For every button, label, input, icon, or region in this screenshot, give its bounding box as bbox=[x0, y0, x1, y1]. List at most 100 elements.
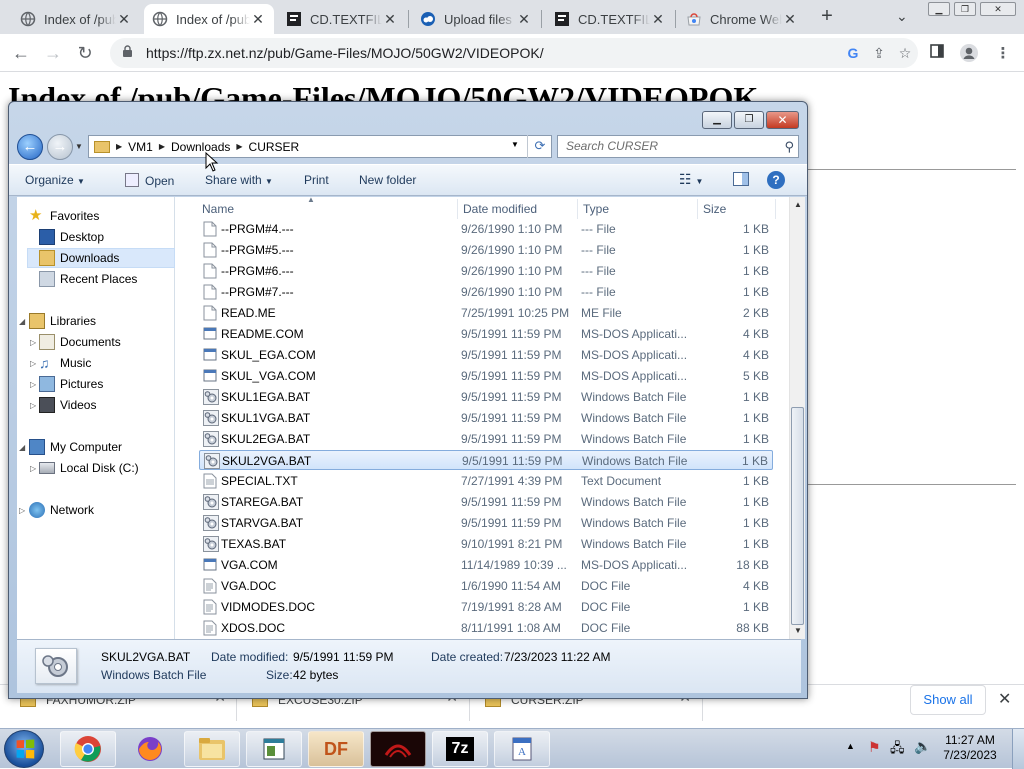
print-button[interactable]: Print bbox=[304, 173, 329, 187]
new-folder-button[interactable]: New folder bbox=[359, 173, 416, 187]
collapsed-triangle-icon[interactable]: ▷ bbox=[30, 380, 36, 389]
collapsed-triangle-icon[interactable]: ▷ bbox=[19, 506, 25, 515]
search-input[interactable]: Search CURSER ⚲ bbox=[557, 135, 799, 158]
view-options-icon[interactable]: ☷ ▼ bbox=[679, 171, 703, 188]
column-divider[interactable] bbox=[775, 199, 776, 219]
show-desktop-button[interactable] bbox=[1012, 729, 1024, 769]
firefox-icon[interactable] bbox=[122, 731, 178, 767]
nav-downloads[interactable]: Downloads bbox=[27, 248, 175, 268]
file-row[interactable]: STARVGA.BAT 9/5/1991 11:59 PM Windows Batc… bbox=[199, 513, 773, 533]
collapsed-triangle-icon[interactable]: ▷ bbox=[30, 401, 36, 410]
column-type[interactable]: Type bbox=[583, 202, 609, 216]
tab-1-active[interactable]: Index of /pub/Game-Files ✕ bbox=[144, 4, 274, 34]
file-row[interactable]: --PRGM#7.--- 9/26/1990 1:10 PM --- File 1 K… bbox=[199, 282, 773, 302]
tab-0[interactable]: Index of /pub/Game-Files ✕ bbox=[12, 4, 140, 34]
collapsed-triangle-icon[interactable]: ▷ bbox=[30, 359, 36, 368]
breadcrumb-downloads[interactable]: Downloads bbox=[165, 140, 236, 154]
file-row[interactable]: XDOS.DOC 8/11/1991 1:08 AM DOC File 88 KB bbox=[199, 618, 773, 638]
nav-local-disk[interactable]: Local Disk (C:) bbox=[39, 458, 139, 478]
df-app-icon[interactable]: DF bbox=[308, 731, 364, 767]
nav-videos[interactable]: Videos bbox=[39, 395, 96, 415]
file-row[interactable]: SKUL2EGA.BAT 9/5/1991 11:59 PM Windows Bat… bbox=[199, 429, 773, 449]
file-row[interactable]: --PRGM#5.--- 9/26/1990 1:10 PM --- File 1 K… bbox=[199, 240, 773, 260]
forward-arrow-icon[interactable]: → bbox=[47, 134, 73, 160]
address-bar[interactable]: https://ftp.zx.net.nz/pub/Game-Files/MOJ… bbox=[110, 38, 918, 68]
organize-button[interactable]: Organize ▼ bbox=[25, 173, 85, 187]
column-divider[interactable] bbox=[457, 199, 458, 219]
reload-icon[interactable]: ↻ bbox=[74, 42, 96, 64]
file-row[interactable]: SKUL1VGA.BAT 9/5/1991 11:59 PM Windows Bat… bbox=[199, 408, 773, 428]
restore-browser-button[interactable]: ❐ bbox=[954, 2, 976, 16]
help-icon[interactable]: ? bbox=[767, 171, 785, 189]
side-panel-icon[interactable] bbox=[926, 43, 948, 65]
close-tab-icon[interactable]: ✕ bbox=[116, 11, 132, 28]
file-row[interactable]: SPECIAL.TXT 7/27/1991 4:39 PM Text Documen… bbox=[199, 471, 773, 491]
maximize-window-button[interactable]: ❐ bbox=[734, 111, 764, 129]
new-tab-button[interactable]: + bbox=[816, 6, 838, 28]
back-arrow-icon[interactable]: ← bbox=[10, 42, 32, 64]
file-row[interactable]: SKUL_EGA.COM 9/5/1991 11:59 PM MS-DOS Appl… bbox=[199, 345, 773, 365]
tab-5[interactable]: Chrome Web Store ✕ bbox=[678, 4, 806, 34]
vertical-scrollbar[interactable]: ▲ ▼ bbox=[789, 197, 805, 639]
file-row[interactable]: STAREGA.BAT 9/5/1991 11:59 PM Windows Batc… bbox=[199, 492, 773, 512]
file-row[interactable]: SKUL_VGA.COM 9/5/1991 11:59 PM MS-DOS Appl… bbox=[199, 366, 773, 386]
column-size[interactable]: Size bbox=[703, 202, 726, 216]
file-row[interactable]: VIDMODES.DOC 7/19/1991 8:28 AM DOC File 1 K… bbox=[199, 597, 773, 617]
network-icon[interactable]: 🖧 bbox=[890, 739, 905, 761]
tab-3[interactable]: Upload files ✕ bbox=[412, 4, 540, 34]
file-row[interactable]: --PRGM#6.--- 9/26/1990 1:10 PM --- File 1 K… bbox=[199, 261, 773, 281]
scroll-down-arrow-icon[interactable]: ▼ bbox=[790, 623, 806, 639]
chrome-icon[interactable] bbox=[60, 731, 116, 767]
file-row[interactable]: SKUL1EGA.BAT 9/5/1991 11:59 PM Windows Bat… bbox=[199, 387, 773, 407]
clock[interactable]: 11:27 AM 7/23/2023 bbox=[940, 733, 1000, 763]
google-lens-icon[interactable]: G bbox=[840, 45, 866, 61]
refresh-icon[interactable]: ⟳ bbox=[527, 135, 552, 158]
expanded-triangle-icon[interactable]: ◢ bbox=[19, 317, 25, 326]
nav-favorites[interactable]: ★ Favorites bbox=[29, 206, 99, 226]
more-menu-icon[interactable]: ⋮ bbox=[992, 43, 1014, 65]
file-explorer-icon[interactable] bbox=[184, 731, 240, 767]
close-tab-icon[interactable]: ✕ bbox=[516, 11, 532, 28]
collapsed-triangle-icon[interactable]: ▷ bbox=[30, 464, 36, 473]
scroll-up-arrow-icon[interactable]: ▲ bbox=[790, 197, 806, 213]
close-window-button[interactable]: ✕ bbox=[766, 111, 799, 129]
close-tab-icon[interactable]: ✕ bbox=[650, 11, 666, 28]
close-tab-icon[interactable]: ✕ bbox=[382, 11, 398, 28]
nav-my-computer[interactable]: My Computer bbox=[29, 437, 122, 457]
7zip-icon[interactable]: 7z bbox=[432, 731, 488, 767]
tab-search-chevron-icon[interactable]: ⌄ bbox=[896, 8, 908, 25]
profile-avatar-icon[interactable] bbox=[958, 43, 980, 65]
open-button[interactable]: Open bbox=[125, 173, 174, 188]
close-shelf-icon[interactable]: ✕ bbox=[998, 689, 1011, 709]
column-divider[interactable] bbox=[697, 199, 698, 219]
collapsed-triangle-icon[interactable]: ▷ bbox=[30, 338, 36, 347]
file-row[interactable]: VGA.DOC 1/6/1990 11:54 AM DOC File 4 KB bbox=[199, 576, 773, 596]
show-all-downloads-button[interactable]: Show all bbox=[910, 685, 986, 715]
volume-icon[interactable]: 🔈 bbox=[914, 738, 931, 755]
close-tab-icon[interactable]: ✕ bbox=[782, 11, 798, 28]
nav-pictures[interactable]: Pictures bbox=[39, 374, 103, 394]
lock-icon[interactable] bbox=[122, 45, 136, 61]
file-row[interactable]: VGA.COM 11/14/1989 10:39 ... MS-DOS Applic… bbox=[199, 555, 773, 575]
file-row[interactable]: SKUL2VGA.BAT 9/5/1991 11:59 PM Windows Bat… bbox=[199, 450, 773, 470]
nav-libraries[interactable]: Libraries bbox=[29, 311, 96, 331]
recent-locations-chevron-icon[interactable]: ▼ bbox=[75, 142, 83, 151]
url-text[interactable]: https://ftp.zx.net.nz/pub/Game-Files/MOJ… bbox=[146, 45, 840, 61]
tab-4[interactable]: CD.TEXTFILE ✕ bbox=[546, 4, 674, 34]
column-divider[interactable] bbox=[577, 199, 578, 219]
red-app-icon[interactable] bbox=[370, 731, 426, 767]
notepad-icon[interactable] bbox=[246, 731, 302, 767]
share-icon[interactable]: ⇪ bbox=[866, 45, 892, 62]
breadcrumb-curser[interactable]: CURSER bbox=[243, 140, 306, 154]
address-history-chevron-icon[interactable]: ▼ bbox=[511, 140, 519, 149]
wordpad-icon[interactable]: A bbox=[494, 731, 550, 767]
tab-2[interactable]: CD.TEXTFILE ✕ bbox=[278, 4, 406, 34]
share-with-button[interactable]: Share with ▼ bbox=[205, 173, 273, 187]
search-icon[interactable]: ⚲ bbox=[784, 136, 794, 157]
file-row[interactable]: READ.ME 7/25/1991 10:25 PM ME File 2 KB bbox=[199, 303, 773, 323]
file-row[interactable]: --PRGM#4.--- 9/26/1990 1:10 PM --- File 1 K… bbox=[199, 219, 773, 239]
nav-desktop[interactable]: Desktop bbox=[39, 227, 104, 247]
preview-pane-icon[interactable] bbox=[733, 172, 749, 189]
close-tab-icon[interactable]: ✕ bbox=[250, 11, 266, 28]
back-arrow-icon[interactable]: ← bbox=[17, 134, 43, 160]
